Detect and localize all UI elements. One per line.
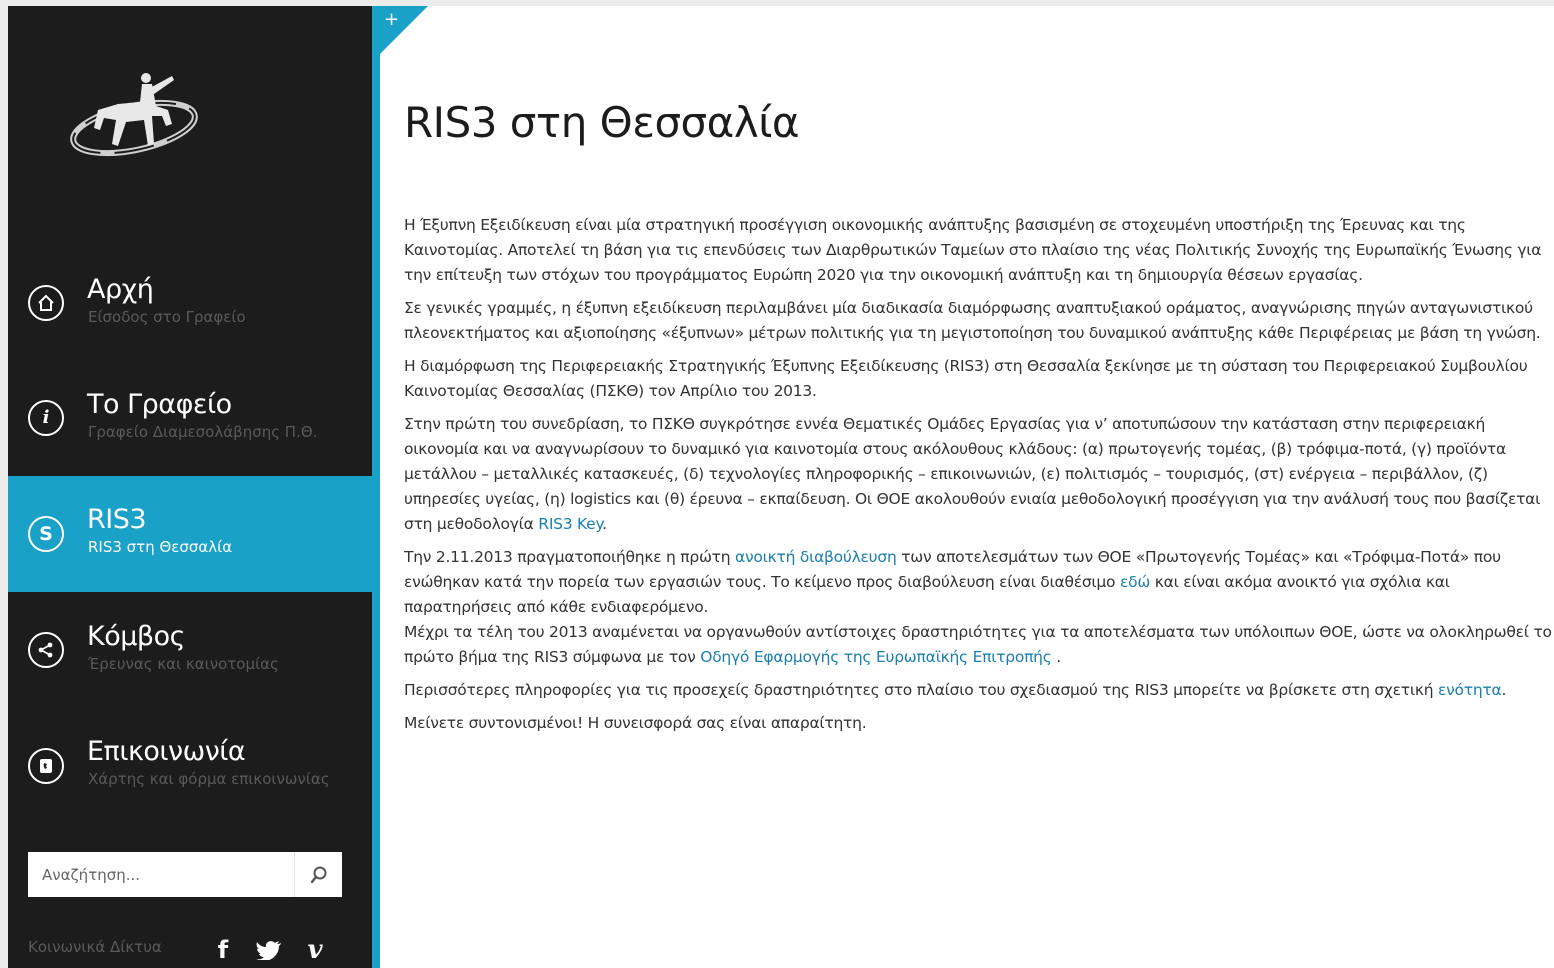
twitter-icon[interactable] bbox=[250, 930, 288, 968]
paragraph: Η Έξυπνη Εξειδίκευση είναι μία στρατηγικ… bbox=[404, 216, 1542, 284]
search-icon bbox=[310, 866, 326, 883]
social-networks-label: Κοινωνικά Δίκτυα bbox=[28, 938, 162, 956]
search-button[interactable] bbox=[294, 852, 342, 897]
nav-item-contact[interactable]: Επικοινωνία Χάρτης και φόρμα επικοινωνία… bbox=[8, 708, 372, 824]
nav-title: RIS3 bbox=[87, 504, 147, 535]
nav-subtitle: Γραφείο Διαμεσολάβησης Π.Θ. bbox=[88, 423, 318, 441]
nav-item-ris3[interactable]: S RIS3 RIS3 στη Θεσσαλία bbox=[8, 476, 372, 592]
info-icon: i bbox=[28, 400, 64, 436]
nav-item-office[interactable]: i Το Γραφείο Γραφείο Διαμεσολάβησης Π.Θ. bbox=[8, 361, 372, 477]
nav-item-home[interactable]: Αρχή Είσοδος στο Γραφείο bbox=[8, 246, 372, 362]
expand-plus-icon[interactable]: + bbox=[384, 11, 399, 29]
nav-subtitle: Χάρτης και φόρμα επικοινωνίας bbox=[88, 770, 330, 788]
paragraph: Σε γενικές γραμμές, η έξυπνη εξειδίκευση… bbox=[404, 299, 1541, 342]
paragraph: Περισσότερες πληροφορίες για τις προσεχε… bbox=[404, 678, 1554, 703]
search-input[interactable] bbox=[28, 852, 292, 897]
page-title: RIS3 στη Θεσσαλία bbox=[404, 98, 800, 147]
nav-title: Κόμβος bbox=[87, 621, 186, 652]
article-body: Η Έξυπνη Εξειδίκευση είναι μία στρατηγικ… bbox=[404, 213, 1554, 744]
paragraph-text: Περισσότερες πληροφορίες για τις προσεχε… bbox=[404, 681, 1438, 699]
implementation-guide-link[interactable]: Οδηγό Εφαρμογής της Ευρωπαϊκής Επιτροπής bbox=[700, 648, 1052, 666]
share-icon bbox=[28, 632, 64, 668]
nav-item-hub[interactable]: Κόμβος Έρευνας και καινοτομίας bbox=[8, 593, 372, 709]
search-box bbox=[28, 852, 342, 897]
ris3-key-link[interactable]: RIS3 Key bbox=[538, 515, 602, 533]
paragraph-text: Την 2.11.2013 πραγματοποιήθηκε η πρώτη bbox=[404, 548, 736, 566]
nav-title: Αρχή bbox=[87, 274, 154, 305]
corner-tab bbox=[372, 6, 428, 62]
ris3-icon: S bbox=[28, 516, 64, 552]
here-link[interactable]: εδώ bbox=[1120, 573, 1150, 591]
phone-icon bbox=[28, 748, 64, 784]
centaur-logo-icon[interactable] bbox=[60, 66, 202, 166]
content-accent-border bbox=[372, 6, 380, 968]
paragraph-text: . bbox=[1501, 681, 1507, 699]
paragraph: Στην πρώτη του συνεδρίαση, το ΠΣΚΘ συγκρ… bbox=[404, 412, 1554, 537]
facebook-icon[interactable]: f bbox=[204, 930, 242, 968]
nav-subtitle: Είσοδος στο Γραφείο bbox=[88, 308, 246, 326]
section-link[interactable]: ενότητα bbox=[1438, 681, 1502, 699]
vimeo-icon[interactable]: v bbox=[296, 930, 334, 968]
home-icon bbox=[28, 285, 64, 321]
paragraph-text: . bbox=[1051, 648, 1061, 666]
paragraph: Μείνετε συντονισμένοι! Η συνεισφορά σας … bbox=[404, 714, 867, 732]
main-content: + RIS3 στη Θεσσαλία Η Έξυπνη Εξειδίκευση… bbox=[372, 6, 1554, 968]
paragraph: Την 2.11.2013 πραγματοποιήθηκε η πρώτη α… bbox=[404, 545, 1554, 670]
paragraph-text: . bbox=[602, 515, 607, 533]
sidebar: Αρχή Είσοδος στο Γραφείο i Το Γραφείο Γρ… bbox=[8, 6, 372, 968]
open-consultation-link[interactable]: ανοικτή διαβούλευση bbox=[735, 548, 897, 566]
nav-title: Επικοινωνία bbox=[87, 736, 246, 767]
nav-title: Το Γραφείο bbox=[87, 389, 232, 420]
nav-subtitle: RIS3 στη Θεσσαλία bbox=[88, 538, 233, 556]
nav-subtitle: Έρευνας και καινοτομίας bbox=[88, 655, 279, 673]
paragraph: Η διαμόρφωση της Περιφερειακής Στρατηγικ… bbox=[404, 357, 1528, 400]
